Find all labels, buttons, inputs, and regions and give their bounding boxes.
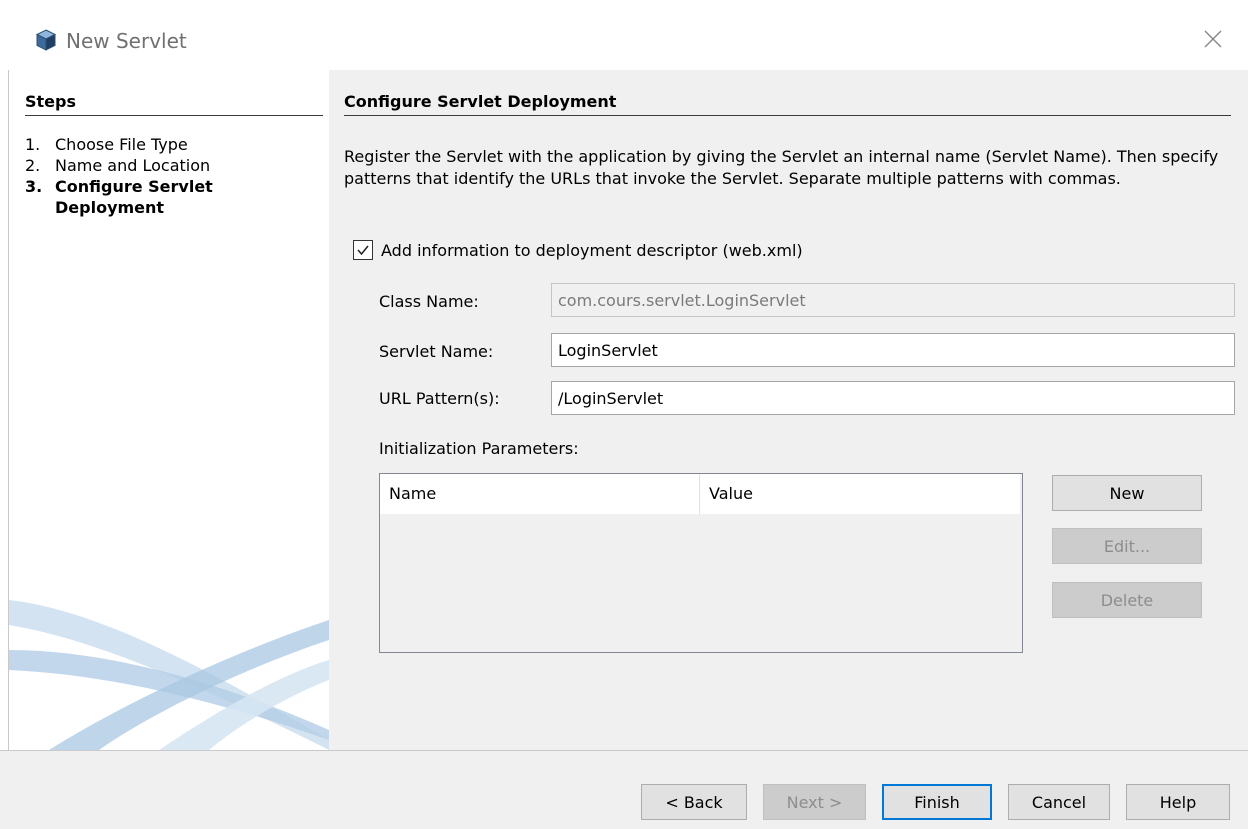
window-left-border — [0, 70, 9, 750]
init-params-table[interactable]: Name Value — [379, 473, 1023, 653]
close-icon[interactable] — [1196, 22, 1230, 56]
button-bar: < Back Next > Finish Cancel Help — [0, 750, 1248, 829]
decorative-swoosh-image — [9, 600, 329, 750]
class-name-field — [551, 283, 1235, 317]
steps-panel: Steps 1. Choose File Type 2. Name and Lo… — [9, 70, 329, 750]
cube-icon — [35, 29, 57, 51]
checkmark-icon — [357, 245, 369, 256]
step-number: 2. — [25, 156, 41, 175]
step-number: 3. — [25, 177, 43, 196]
step-item-current: 3. Configure Servlet Deployment — [25, 176, 323, 218]
step-item: 1. Choose File Type — [25, 134, 323, 155]
steps-heading: Steps — [25, 92, 323, 116]
next-button[interactable]: Next > — [763, 784, 866, 820]
step-label: Choose File Type — [55, 135, 188, 154]
help-button[interactable]: Help — [1126, 784, 1230, 820]
window-title: New Servlet — [66, 29, 187, 53]
steps-list: 1. Choose File Type 2. Name and Location… — [25, 134, 323, 218]
column-header-name[interactable]: Name — [380, 474, 700, 514]
back-button[interactable]: < Back — [641, 784, 747, 820]
step-label: Name and Location — [55, 156, 211, 175]
class-name-label: Class Name: — [379, 292, 479, 311]
finish-button[interactable]: Finish — [882, 784, 992, 820]
url-pattern-field[interactable] — [551, 381, 1235, 415]
page-title: Configure Servlet Deployment — [344, 92, 1231, 116]
step-number: 1. — [25, 135, 41, 154]
column-header-value[interactable]: Value — [700, 474, 1020, 514]
servlet-name-label: Servlet Name: — [379, 342, 494, 361]
servlet-name-field[interactable] — [551, 333, 1235, 367]
table-header: Name Value — [380, 474, 1020, 514]
cancel-button[interactable]: Cancel — [1008, 784, 1110, 820]
edit-param-button[interactable]: Edit... — [1052, 528, 1202, 564]
title-bar: New Servlet — [0, 0, 1248, 70]
init-params-label: Initialization Parameters: — [379, 439, 579, 458]
checkbox-label: Add information to deployment descriptor… — [381, 240, 803, 260]
deployment-descriptor-checkbox-row[interactable]: Add information to deployment descriptor… — [353, 240, 803, 260]
deployment-descriptor-checkbox[interactable] — [353, 240, 373, 260]
content-panel: Configure Servlet Deployment Register th… — [329, 70, 1248, 750]
step-item: 2. Name and Location — [25, 155, 323, 176]
step-label: Configure Servlet Deployment — [55, 177, 213, 217]
new-param-button[interactable]: New — [1052, 475, 1202, 511]
description-text: Register the Servlet with the applicatio… — [344, 147, 1219, 188]
delete-param-button[interactable]: Delete — [1052, 582, 1202, 618]
url-pattern-label: URL Pattern(s): — [379, 389, 500, 408]
